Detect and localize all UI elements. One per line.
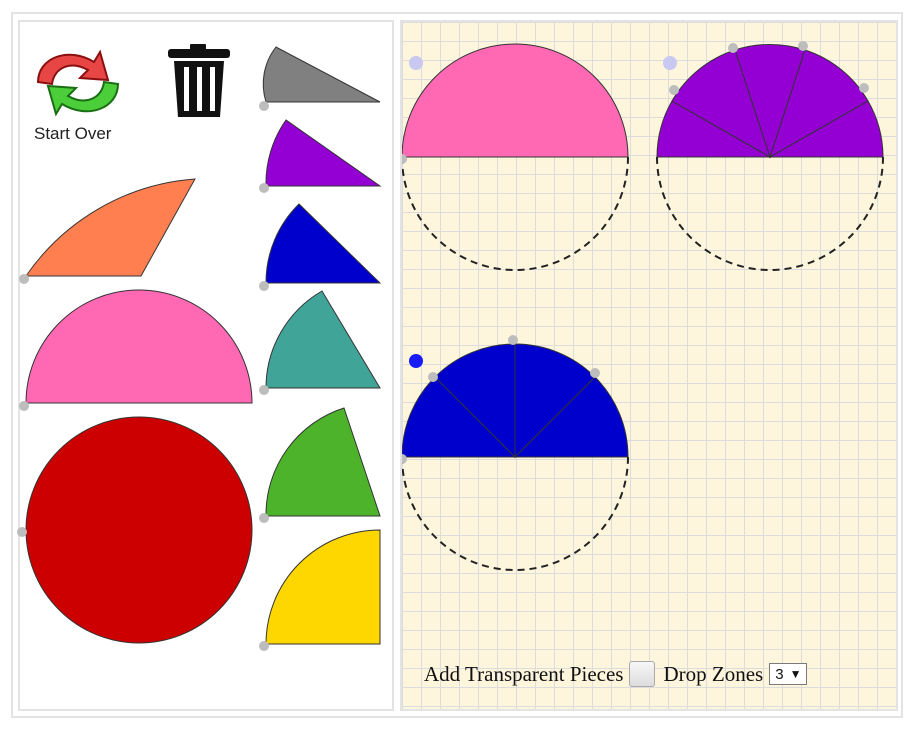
- start-over-label: Start Over: [34, 124, 112, 143]
- rotate-handle[interactable]: [259, 101, 269, 111]
- board-controls: Add Transparent Pieces Drop Zones 3 ▼: [424, 657, 808, 691]
- zone-handle[interactable]: [409, 56, 423, 70]
- rotate-handle[interactable]: [19, 274, 29, 284]
- rotate-handle[interactable]: [259, 513, 269, 523]
- refresh-arrows-icon: [36, 49, 120, 117]
- red-whole-circle-piece[interactable]: [25, 416, 253, 644]
- trash-button[interactable]: [164, 42, 236, 122]
- chevron-down-icon: ▼: [789, 667, 802, 681]
- work-board[interactable]: [400, 20, 898, 711]
- zone-handle[interactable]: [663, 56, 677, 70]
- rotate-handle[interactable]: [798, 41, 808, 51]
- rotate-handle[interactable]: [728, 43, 738, 53]
- rotate-handle[interactable]: [259, 281, 269, 291]
- drop-zones-select[interactable]: 3 ▼: [769, 663, 808, 685]
- rotate-handle[interactable]: [259, 385, 269, 395]
- zone-handle[interactable]: [409, 354, 423, 368]
- rotate-handle[interactable]: [259, 641, 269, 651]
- drop-zones-label: Drop Zones: [663, 661, 764, 686]
- start-over-button[interactable]: Start Over: [30, 44, 126, 148]
- transparent-pieces-label: Add Transparent Pieces: [424, 661, 624, 686]
- rotate-handle[interactable]: [259, 183, 269, 193]
- transparent-pieces-checkbox[interactable]: [629, 661, 656, 687]
- rotate-handle[interactable]: [428, 372, 438, 382]
- rotate-handle[interactable]: [859, 83, 869, 93]
- rotate-handle[interactable]: [590, 368, 600, 378]
- rotate-handle[interactable]: [17, 527, 27, 537]
- rotate-handle[interactable]: [508, 335, 518, 345]
- trash-can-icon: [168, 44, 230, 117]
- rotate-handle[interactable]: [19, 401, 29, 411]
- rotate-handle[interactable]: [669, 85, 679, 95]
- drop-zones-value: 3: [775, 665, 784, 683]
